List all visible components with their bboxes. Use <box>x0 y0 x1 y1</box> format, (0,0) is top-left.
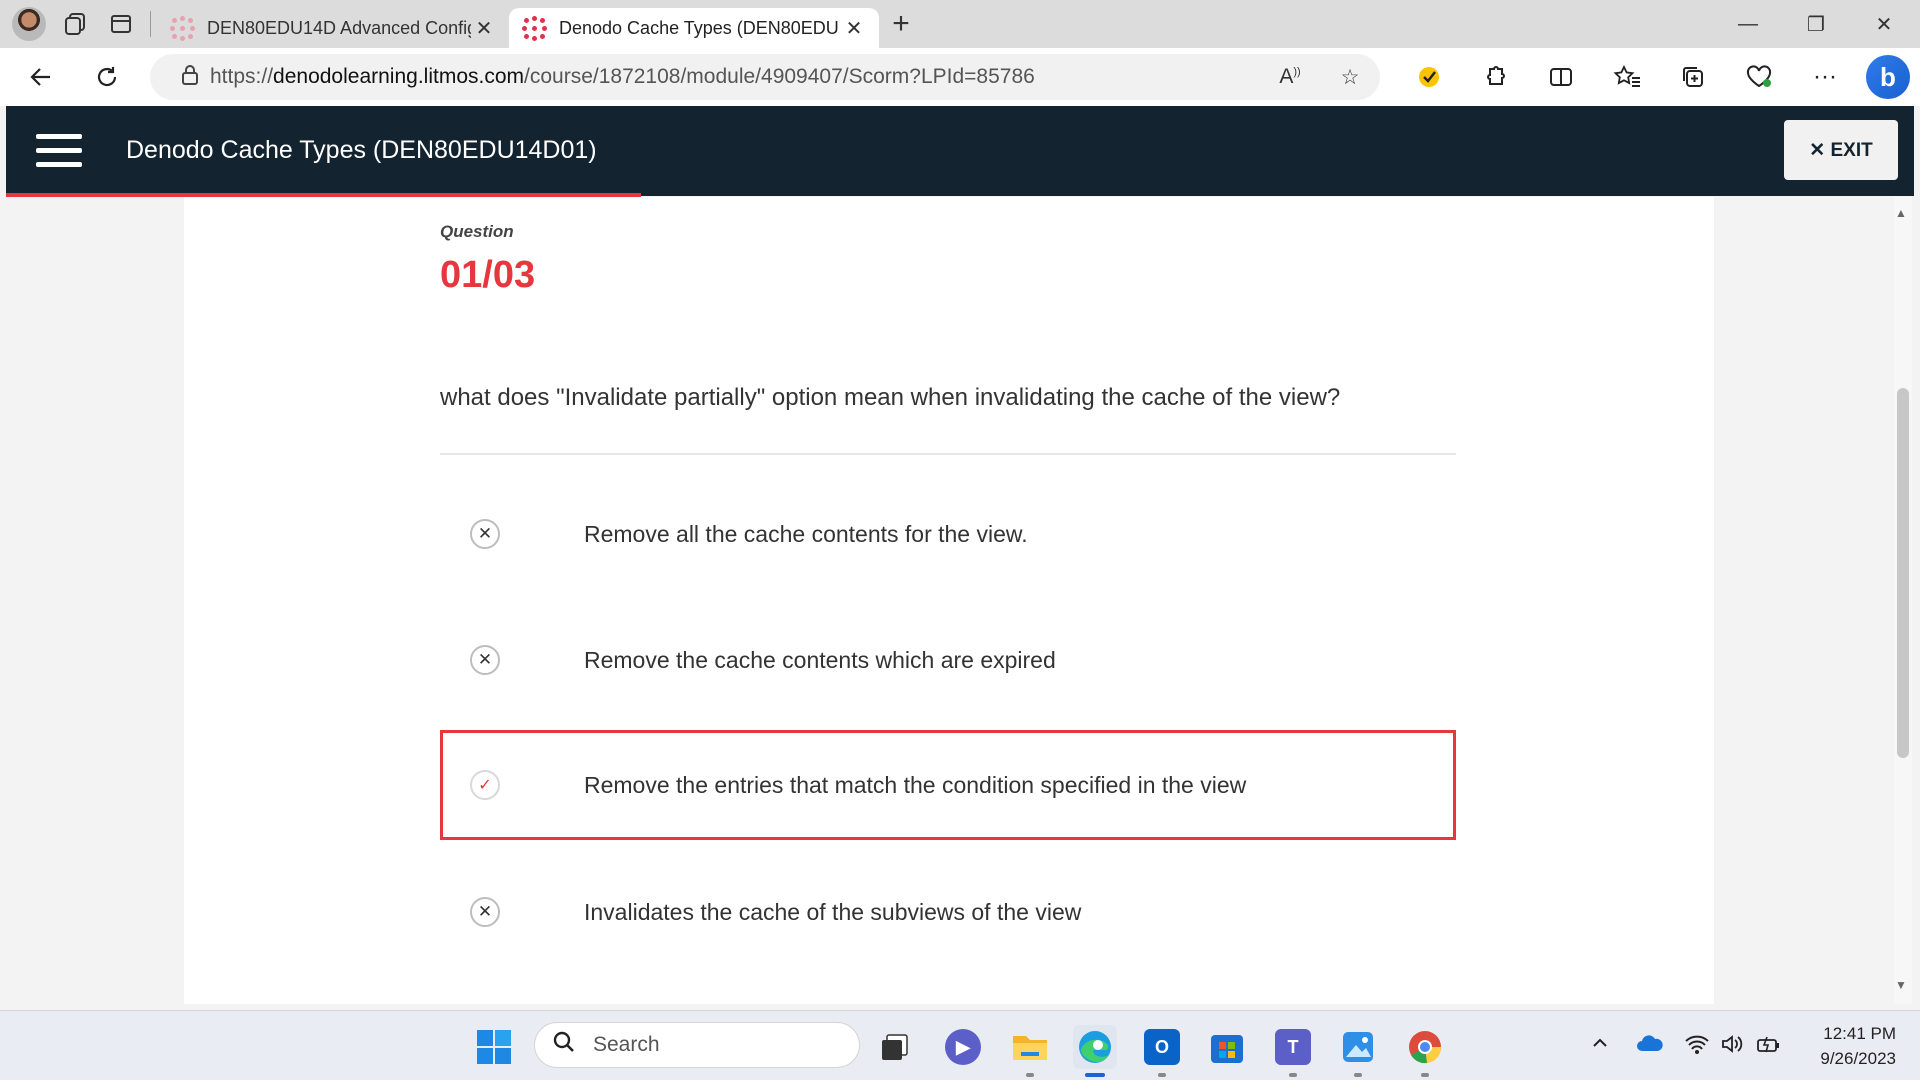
system-clock[interactable]: 12:41 PM 9/26/2023 <box>1820 1021 1896 1071</box>
workspaces-icon[interactable] <box>52 4 98 44</box>
restore-button[interactable]: ❐ <box>1782 0 1850 48</box>
norton-icon[interactable] <box>1396 55 1462 99</box>
url-text[interactable]: https://denodolearning.litmos.com/course… <box>210 65 1260 89</box>
split-screen-icon[interactable] <box>1528 55 1594 99</box>
refresh-icon[interactable] <box>80 55 134 99</box>
close-window-button[interactable]: ✕ <box>1850 0 1918 48</box>
incorrect-x-icon: ✕ <box>470 645 500 675</box>
question-divider <box>440 453 1456 455</box>
outlook-icon[interactable]: O <box>1140 1025 1184 1077</box>
answer-text: Remove all the cache contents for the vi… <box>584 520 1028 547</box>
answer-text: Remove the entries that match the condit… <box>584 771 1247 798</box>
scroll-up-arrow-icon[interactable]: ▲ <box>1895 206 1907 220</box>
toolbar-right-icons: ··· b <box>1396 48 1920 106</box>
bing-icon[interactable]: b <box>1866 55 1910 99</box>
collections-icon[interactable] <box>1660 55 1726 99</box>
browser-tab-strip: DEN80EDU14D Advanced Config ✕ Denodo Cac… <box>0 0 1920 48</box>
search-placeholder: Search <box>593 1033 660 1056</box>
browser-health-icon[interactable] <box>1726 55 1792 99</box>
tab-advanced-config[interactable]: DEN80EDU14D Advanced Config ✕ <box>157 8 509 48</box>
search-icon <box>535 1030 593 1060</box>
denodo-favicon-icon <box>521 15 547 41</box>
correct-check-icon: ✓ <box>470 770 500 800</box>
taskbar-search[interactable]: Search <box>534 1022 860 1068</box>
tab-separator <box>150 11 151 37</box>
photos-icon[interactable] <box>1336 1025 1380 1077</box>
answer-option-3[interactable]: ✓ Remove the entries that match the cond… <box>440 730 1456 840</box>
course-title: Denodo Cache Types (DEN80EDU14D01) <box>126 136 597 164</box>
incorrect-x-icon: ✕ <box>470 897 500 927</box>
minimize-button[interactable]: — <box>1714 0 1782 48</box>
address-bar[interactable]: https://denodolearning.litmos.com/course… <box>150 54 1380 100</box>
profile-avatar[interactable] <box>12 7 46 41</box>
chrome-icon[interactable] <box>1403 1025 1447 1077</box>
incorrect-x-icon: ✕ <box>470 519 500 549</box>
question-label: Question <box>440 222 514 241</box>
exit-button[interactable]: ✕ EXIT <box>1784 120 1898 180</box>
show-hidden-icons-icon[interactable] <box>1590 1033 1610 1059</box>
extensions-icon[interactable] <box>1462 55 1528 99</box>
tab-cache-types[interactable]: Denodo Cache Types (DEN80EDU ✕ <box>509 8 879 48</box>
denodo-favicon-icon <box>169 15 195 41</box>
tab-title: DEN80EDU14D Advanced Config <box>207 17 471 38</box>
edge-icon[interactable] <box>1073 1025 1117 1077</box>
course-header: Denodo Cache Types (DEN80EDU14D01) ✕ EXI… <box>6 106 1914 196</box>
back-icon[interactable] <box>14 55 68 99</box>
menu-hamburger-icon[interactable] <box>36 134 82 168</box>
answer-text: Invalidates the cache of the subviews of… <box>584 898 1082 925</box>
answer-option-2[interactable]: ✕ Remove the cache contents which are ex… <box>440 605 1456 715</box>
answer-option-4[interactable]: ✕ Invalidates the cache of the subviews … <box>440 857 1456 967</box>
scrollbar-thumb[interactable] <box>1897 388 1909 758</box>
question-number: 01/03 <box>440 254 536 296</box>
teams-icon[interactable]: T <box>1271 1025 1315 1077</box>
onedrive-icon[interactable] <box>1636 1033 1664 1059</box>
tab-close-icon[interactable]: ✕ <box>471 16 497 41</box>
task-view-icon[interactable] <box>873 1025 917 1069</box>
answer-text: Remove the cache contents which are expi… <box>584 646 1056 673</box>
battery-icon[interactable] <box>1756 1033 1782 1061</box>
windows-start-icon[interactable] <box>472 1025 516 1069</box>
favorites-icon[interactable] <box>1594 55 1660 99</box>
tab-title: Denodo Cache Types (DEN80EDU <box>559 17 839 38</box>
store-icon[interactable] <box>1205 1025 1249 1069</box>
tab-close-icon[interactable]: ✕ <box>841 16 867 41</box>
wifi-icon[interactable] <box>1684 1033 1710 1061</box>
file-explorer-icon[interactable] <box>1008 1025 1052 1077</box>
more-icon[interactable]: ··· <box>1792 55 1858 99</box>
new-tab-button[interactable]: + <box>879 4 923 44</box>
windows-taskbar: Search ▶ O T 12:41 PM 9/26/2023 <box>0 1010 1920 1080</box>
vertical-tabs-icon[interactable] <box>98 4 144 44</box>
answer-option-1[interactable]: ✕ Remove all the cache contents for the … <box>440 479 1456 589</box>
volume-icon[interactable] <box>1720 1033 1744 1061</box>
scroll-down-arrow-icon[interactable]: ▼ <box>1895 978 1907 992</box>
meet-icon[interactable]: ▶ <box>941 1025 985 1069</box>
clock-time: 12:41 PM <box>1823 1024 1896 1043</box>
browser-toolbar: https://denodolearning.litmos.com/course… <box>0 48 1920 106</box>
clock-date: 9/26/2023 <box>1820 1049 1896 1068</box>
question-text: what does "Invalidate partially" option … <box>440 384 1341 411</box>
read-aloud-icon[interactable]: A)) <box>1260 65 1320 89</box>
favorite-star-icon[interactable]: ☆ <box>1320 65 1380 90</box>
lock-icon[interactable] <box>170 64 210 90</box>
